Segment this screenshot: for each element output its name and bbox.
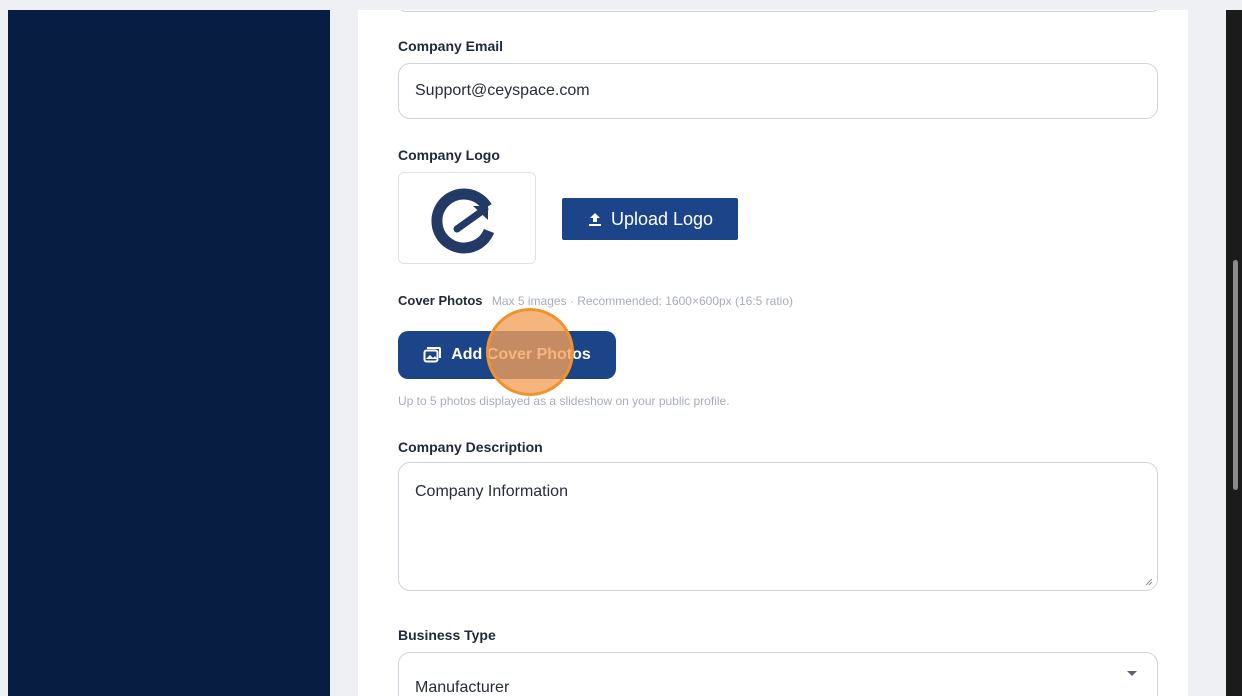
company-logo-icon [431,188,495,254]
company-email-field[interactable]: Support@ceyspace.com [398,63,1158,119]
upload-logo-button[interactable]: Upload Logo [562,198,738,240]
company-logo-preview [398,172,536,264]
previous-field[interactable] [398,10,1160,12]
click-indicator [486,308,574,396]
upload-icon [588,213,601,226]
business-type-select[interactable]: Manufacturer [398,652,1158,696]
photos-icon [423,347,442,363]
cover-photos-hint: Max 5 images · Recommended: 1600×600px (… [491,294,794,308]
business-type-label: Business Type [398,627,496,643]
sidebar [8,10,330,696]
cover-photos-header: Cover Photos Max 5 images · Recommended:… [398,293,793,308]
company-description-label: Company Description [398,439,543,455]
business-type-value: Manufacturer [415,679,510,696]
company-email-label: Company Email [398,38,504,54]
chevron-down-icon [1127,671,1137,676]
company-description-textarea[interactable]: Company Information [398,462,1158,591]
company-logo-label: Company Logo [398,147,500,163]
upload-logo-label: Upload Logo [610,208,714,229]
company-profile-form: Company Email Support@ceyspace.com Compa… [358,10,1188,696]
content-gutter [330,10,358,696]
resize-handle-icon[interactable] [1145,578,1153,586]
cover-photos-label: Cover Photos [398,293,483,308]
company-description-value: Company Information [415,483,568,500]
scrollbar-track[interactable] [1226,10,1242,696]
company-email-value: Support@ceyspace.com [415,82,590,99]
cover-photos-help: Up to 5 photos displayed as a slideshow … [398,394,730,408]
scrollbar-thumb[interactable] [1233,260,1238,490]
